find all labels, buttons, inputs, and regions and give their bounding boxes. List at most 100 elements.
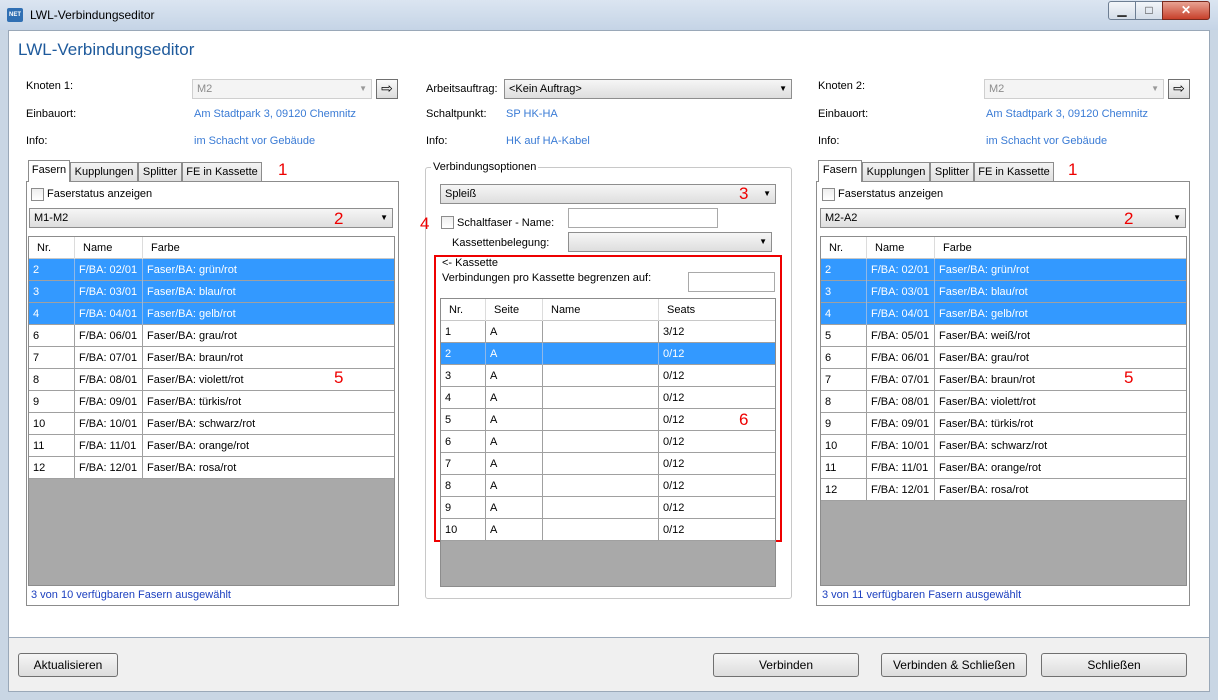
table-row[interactable]: 2 F/BA: 02/01 Faser/BA: grün/rot (29, 259, 394, 281)
cell-farbe: Faser/BA: blau/rot (147, 286, 236, 298)
connect-button[interactable]: Verbinden (713, 653, 859, 677)
cell-farbe: Faser/BA: grau/rot (147, 330, 237, 342)
table-row[interactable]: 10 F/BA: 10/01 Faser/BA: schwarz/rot (29, 413, 394, 435)
column-header-seats[interactable]: Seats (659, 299, 775, 321)
table-row[interactable]: 8 F/BA: 08/01 Faser/BA: violett/rot (821, 391, 1186, 413)
cell-name: F/BA: 09/01 (75, 391, 143, 413)
right-faserstatus-checkbox[interactable] (822, 188, 835, 201)
cell-nr: 5 (821, 325, 867, 347)
knoten2-goto-button[interactable]: ⇨ (1168, 79, 1190, 99)
table-row[interactable]: 11 F/BA: 11/01 Faser/BA: orange/rot (821, 457, 1186, 479)
column-header-nr[interactable]: Nr. (29, 237, 75, 259)
table-row[interactable]: 9 A 0/12 (441, 497, 775, 519)
refresh-button[interactable]: Aktualisieren (18, 653, 118, 677)
close-window-button[interactable]: ✕ (1162, 1, 1210, 20)
annotation-6: 6 (739, 410, 749, 429)
info1-link[interactable]: im Schacht vor Gebäude (194, 135, 315, 147)
left-faserstatus-checkbox[interactable] (31, 188, 44, 201)
table-row[interactable]: 3 F/BA: 03/01 Faser/BA: blau/rot (29, 281, 394, 303)
kassette-table[interactable]: Nr. Seite Name Seats 1 A 3/12 2 A 0/12 3 A 0/12 4… (440, 298, 776, 587)
table-row[interactable]: 11 F/BA: 11/01 Faser/BA: orange/rot (29, 435, 394, 457)
left-fiber-table[interactable]: Nr. Name Farbe 2 F/BA: 02/01 Faser/BA: grü… (28, 236, 395, 586)
table-row[interactable]: 8 A 0/12 (441, 475, 775, 497)
right-fiber-table[interactable]: Nr. Name Farbe 2 F/BA: 02/01 Faser/BA: grü… (820, 236, 1187, 586)
table-row[interactable]: 7 A 0/12 (441, 453, 775, 475)
table-row[interactable]: 12 F/BA: 12/01 Faser/BA: rosa/rot (821, 479, 1186, 501)
cell-seite: A (486, 431, 543, 453)
schaltpunkt-link[interactable]: SP HK-HA (506, 108, 558, 120)
table-row[interactable]: 2 A 0/12 (441, 343, 775, 365)
left-tab-fe-in-kassette[interactable]: FE in Kassette (182, 162, 262, 182)
table-row[interactable]: 4 A 0/12 (441, 387, 775, 409)
knoten1-goto-button[interactable]: ⇨ (376, 79, 398, 99)
table-row[interactable]: 5 A 0/12 (441, 409, 775, 431)
left-tab-splitter[interactable]: Splitter (138, 162, 182, 182)
schaltfaser-checkbox[interactable] (441, 216, 454, 229)
kassettenbelegung-select[interactable]: ▼ (568, 232, 772, 252)
column-header-name[interactable]: Name (543, 299, 659, 321)
cell-seite: A (486, 343, 543, 365)
einbauort2-link[interactable]: Am Stadtpark 3, 09120 Chemnitz (986, 108, 1148, 120)
column-header-nr[interactable]: Nr. (821, 237, 867, 259)
table-row[interactable]: 6 F/BA: 06/01 Faser/BA: grau/rot (29, 325, 394, 347)
right-tab-fasern[interactable]: Fasern (818, 160, 862, 182)
footer-bar (8, 638, 1210, 692)
title-bar (0, 0, 1218, 30)
cell-name: F/BA: 02/01 (867, 259, 935, 281)
right-tab-fe-in-kassette[interactable]: FE in Kassette (974, 162, 1054, 182)
left-tab-fasern[interactable]: Fasern (28, 160, 70, 182)
chevron-down-icon: ▼ (1151, 84, 1159, 93)
cell-farbe: Faser/BA: grün/rot (939, 264, 1029, 276)
table-row[interactable]: 10 A 0/12 (441, 519, 775, 541)
table-row[interactable]: 2 F/BA: 02/01 Faser/BA: grün/rot (821, 259, 1186, 281)
table-row[interactable]: 9 F/BA: 09/01 Faser/BA: türkis/rot (821, 413, 1186, 435)
table-row[interactable]: 4 F/BA: 04/01 Faser/BA: gelb/rot (821, 303, 1186, 325)
maximize-button[interactable]: □ (1135, 1, 1163, 20)
limit-input[interactable] (688, 272, 775, 292)
column-header-seite[interactable]: Seite (486, 299, 543, 321)
schaltfaser-name-input[interactable] (568, 208, 718, 228)
close-button[interactable]: Schließen (1041, 653, 1187, 677)
table-row[interactable]: 10 F/BA: 10/01 Faser/BA: schwarz/rot (821, 435, 1186, 457)
connection-type-select[interactable]: Spleiß ▼ (440, 184, 776, 204)
table-row[interactable]: 7 F/BA: 07/01 Faser/BA: braun/rot (29, 347, 394, 369)
table-row[interactable]: 6 A 0/12 (441, 431, 775, 453)
kassette-group-label[interactable]: <- Kassette (442, 257, 498, 269)
info2-link[interactable]: im Schacht vor Gebäude (986, 135, 1107, 147)
center-info-link[interactable]: HK auf HA-Kabel (506, 135, 590, 147)
left-tab-kupplungen[interactable]: Kupplungen (70, 162, 138, 182)
annotation-1-left: 1 (278, 160, 288, 179)
right-tab-kupplungen[interactable]: Kupplungen (862, 162, 930, 182)
column-header-farbe[interactable]: Farbe (935, 237, 1186, 259)
chevron-down-icon: ▼ (759, 237, 767, 246)
column-header-name[interactable]: Name (75, 237, 143, 259)
table-row[interactable]: 12 F/BA: 12/01 Faser/BA: rosa/rot (29, 457, 394, 479)
right-tab-splitter[interactable]: Splitter (930, 162, 974, 182)
table-row[interactable]: 4 F/BA: 04/01 Faser/BA: gelb/rot (29, 303, 394, 325)
cell-seite: A (486, 321, 543, 343)
schaltpunkt-label: Schaltpunkt: (426, 108, 487, 120)
cell-nr: 9 (29, 391, 75, 413)
table-row[interactable]: 5 F/BA: 05/01 Faser/BA: weiß/rot (821, 325, 1186, 347)
connect-and-close-button[interactable]: Verbinden & Schließen (881, 653, 1027, 677)
table-row[interactable]: 3 F/BA: 03/01 Faser/BA: blau/rot (821, 281, 1186, 303)
arbeitsauftrag-select[interactable]: <Kein Auftrag> ▼ (504, 79, 792, 99)
einbauort2-label: Einbauort: (818, 108, 869, 120)
cell-name: F/BA: 11/01 (867, 457, 935, 479)
page-title: LWL-Verbindungseditor (18, 40, 195, 59)
minimize-button[interactable]: ▁ (1108, 1, 1136, 20)
column-header-name[interactable]: Name (867, 237, 935, 259)
knoten1-select[interactable]: M2 ▼ (192, 79, 372, 99)
cell-seite: A (486, 475, 543, 497)
left-faserstatus-label: Faserstatus anzeigen (47, 188, 153, 200)
table-row[interactable]: 3 A 0/12 (441, 365, 775, 387)
einbauort1-link[interactable]: Am Stadtpark 3, 09120 Chemnitz (194, 108, 356, 120)
cell-name (543, 409, 659, 431)
knoten2-select[interactable]: M2 ▼ (984, 79, 1164, 99)
table-row[interactable]: 9 F/BA: 09/01 Faser/BA: türkis/rot (29, 391, 394, 413)
column-header-nr[interactable]: Nr. (441, 299, 486, 321)
column-header-farbe[interactable]: Farbe (143, 237, 394, 259)
table-row[interactable]: 6 F/BA: 06/01 Faser/BA: grau/rot (821, 347, 1186, 369)
table-row[interactable]: 1 A 3/12 (441, 321, 775, 343)
left-cable-value: M1-M2 (34, 212, 69, 224)
